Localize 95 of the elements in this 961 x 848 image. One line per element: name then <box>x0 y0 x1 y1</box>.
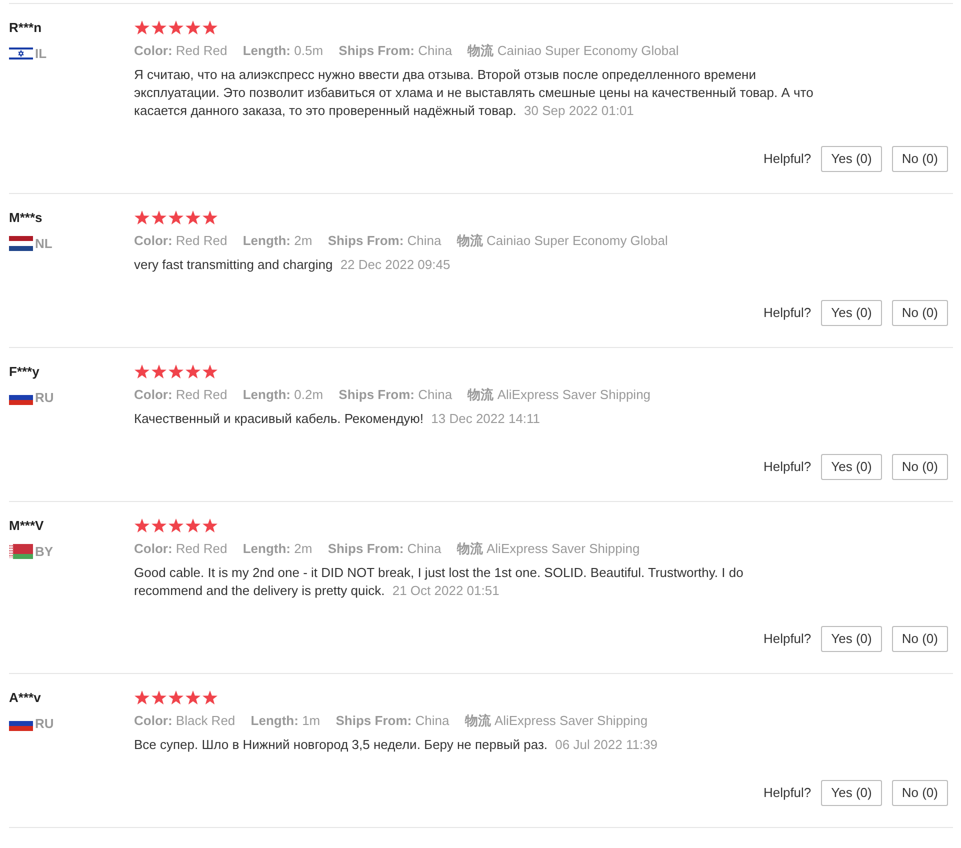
star-icon <box>202 20 218 34</box>
review-text: Good cable. It is my 2nd one - it DID NOT break, I just lost the 1st one. SOLID. Beautiful. Trustworthy. I do recommend and the delivery is pretty quick. 21 Oct 2022 01:51 <box>134 564 744 600</box>
country-code: RU <box>35 714 54 732</box>
star-icon <box>168 364 184 378</box>
attribute-label: 物流 <box>464 713 491 728</box>
no-button[interactable]: No (0) <box>892 780 948 806</box>
star-icon <box>134 690 150 704</box>
star-icon <box>168 690 184 704</box>
helpful-label: Helpful? <box>763 150 812 168</box>
attribute-value: 1m <box>302 713 320 728</box>
review-text: Все супер. Шло в Нижний новгород 3,5 недели. Беру не первый раз. 06 Jul 2022 11:39 <box>134 736 659 754</box>
star-icon <box>134 364 150 378</box>
star-icon <box>185 690 201 704</box>
attribute-label: 物流 <box>468 387 494 402</box>
reviewer-name: F***y <box>9 363 40 381</box>
no-button[interactable]: No (0) <box>892 300 948 326</box>
helpful-label: Helpful? <box>763 304 812 322</box>
attribute-label: Ships From: <box>328 233 404 248</box>
reviewer-name: R***n <box>9 19 42 37</box>
attribute-label: Ships From: <box>338 387 414 402</box>
no-button[interactable]: No (0) <box>892 146 948 172</box>
attribute-label: Length: <box>250 713 298 728</box>
reviewer-name: A***v <box>9 689 41 707</box>
attribute-label: 物流 <box>456 233 483 248</box>
helpful-label: Helpful? <box>763 784 812 802</box>
attribute-label: Color: <box>134 43 172 58</box>
attribute-value: AliExpress Saver Shipping <box>497 387 651 402</box>
yes-button[interactable]: Yes (0) <box>821 626 882 652</box>
attribute-value: China <box>407 233 442 248</box>
yes-button[interactable]: Yes (0) <box>821 780 882 806</box>
star-icon <box>151 20 167 34</box>
yes-button[interactable]: Yes (0) <box>821 454 882 480</box>
attribute-label: 物流 <box>468 43 494 58</box>
star-icon <box>168 20 184 34</box>
star-icon <box>185 210 201 224</box>
no-button[interactable]: No (0) <box>892 454 948 480</box>
attribute-label: Ships From: <box>336 713 412 728</box>
attribute-value: 2m <box>294 541 312 556</box>
helpful-label: Helpful? <box>763 630 812 648</box>
review-text: Качественный и красивый кабель. Рекомендую! 13 Dec 2022 14:11 <box>134 410 542 428</box>
no-button[interactable]: No (0) <box>892 626 948 652</box>
attribute-value: Cainiao Super Economy Global <box>486 233 668 248</box>
attribute-value: AliExpress Saver Shipping <box>494 713 648 728</box>
star-icon <box>134 20 150 34</box>
helpful-label: Helpful? <box>763 458 812 476</box>
star-icon <box>151 518 167 532</box>
reviewer-name: M***s <box>9 209 42 227</box>
attribute-value: Black Red <box>176 713 236 728</box>
star-icon <box>134 518 150 532</box>
attribute-value: Red Red <box>176 233 228 248</box>
star-icon <box>202 364 218 378</box>
attribute-label: Length: <box>242 541 290 556</box>
attribute-label: Ships From: <box>328 541 404 556</box>
star-icon <box>151 210 167 224</box>
attribute-label: Color: <box>134 713 172 728</box>
attribute-label: Color: <box>134 233 172 248</box>
star-icon <box>168 210 184 224</box>
review-text: very fast transmitting and charging 22 Dec 2022 09:45 <box>134 256 452 274</box>
star-icon <box>168 518 184 532</box>
attribute-value: AliExpress Saver Shipping <box>486 541 640 556</box>
yes-button[interactable]: Yes (0) <box>821 300 882 326</box>
country-code: NL <box>35 234 52 252</box>
attribute-value: Red Red <box>176 541 228 556</box>
attribute-value: Cainiao Super Economy Global <box>497 43 679 58</box>
country-code: IL <box>35 44 47 62</box>
attribute-label: 物流 <box>456 541 483 556</box>
attribute-value: China <box>418 43 452 58</box>
attribute-label: Ships From: <box>338 43 414 58</box>
attribute-value: 0.2m <box>294 387 324 402</box>
country-code: RU <box>35 388 54 406</box>
attribute-value: Red Red <box>176 43 228 58</box>
yes-button[interactable]: Yes (0) <box>821 146 882 172</box>
star-icon <box>134 210 150 224</box>
star-icon <box>185 364 201 378</box>
star-icon <box>185 20 201 34</box>
attribute-value: 0.5m <box>294 43 324 58</box>
attribute-value: China <box>418 387 452 402</box>
reviewer-name: M***V <box>9 517 44 535</box>
star-icon <box>151 364 167 378</box>
star-icon <box>185 518 201 532</box>
attribute-label: Length: <box>242 43 290 58</box>
country-code: BY <box>35 542 54 560</box>
attribute-label: Color: <box>134 387 172 402</box>
star-icon <box>151 690 167 704</box>
star-icon <box>202 210 218 224</box>
attribute-label: Length: <box>242 233 290 248</box>
attribute-value: 2m <box>294 233 312 248</box>
star-icon <box>202 690 218 704</box>
attribute-label: Color: <box>134 541 172 556</box>
attribute-value: China <box>415 713 450 728</box>
star-icon <box>202 518 218 532</box>
review-text: Я считаю, что на алиэкспресс нужно ввести два отзыва. Второй отзыв после определленного времени эксплуатации. Это позволит избавиться от хлама и не выставлять смешные цены на качественный товар. А что касается данного заказа, то это проверенный надёжный товар. 30 Sep 2022 01:01 <box>134 66 814 120</box>
attribute-label: Length: <box>242 387 290 402</box>
attribute-value: Red Red <box>176 387 228 402</box>
attribute-value: China <box>407 541 442 556</box>
